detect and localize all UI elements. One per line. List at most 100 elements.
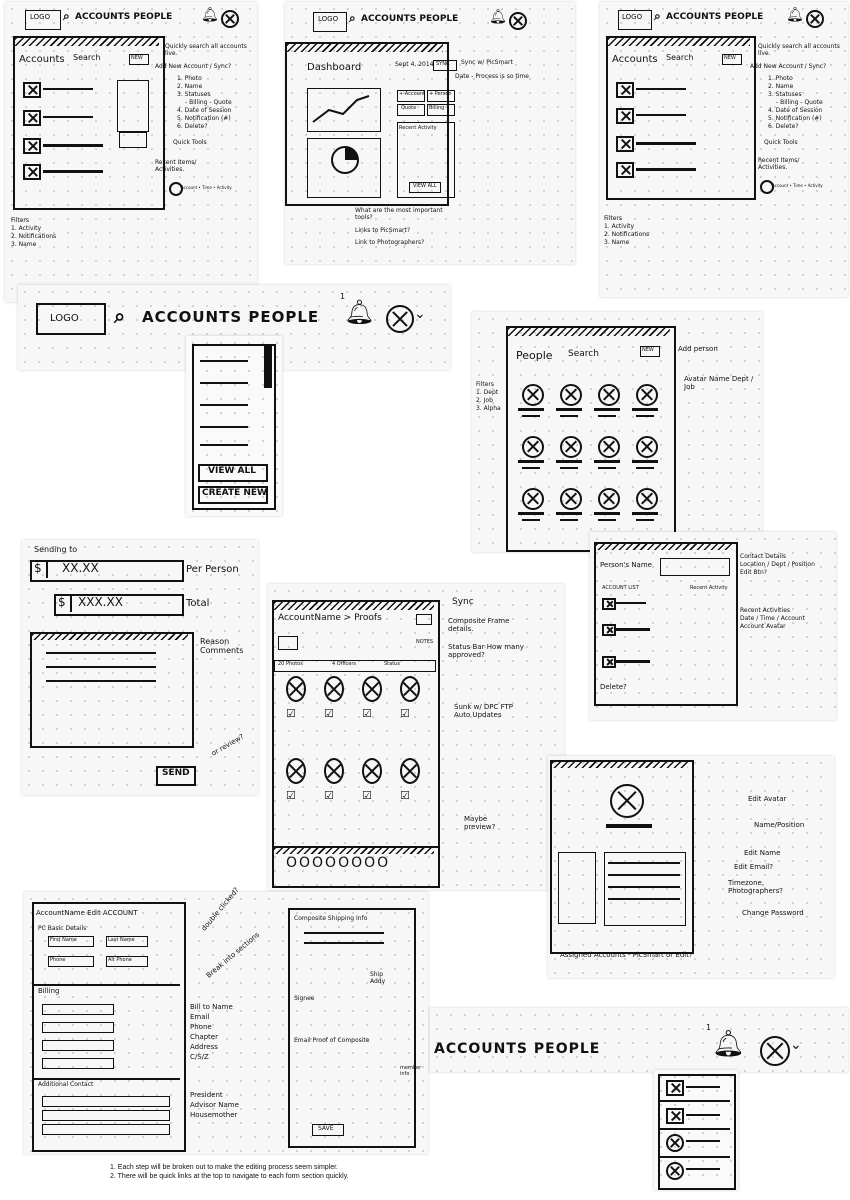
avatar-icon[interactable] — [806, 10, 824, 28]
approve-check-icon[interactable]: ☑ — [362, 789, 372, 802]
proof-photo-icon[interactable] — [362, 676, 382, 702]
billing-field-3[interactable] — [42, 1040, 114, 1051]
search-icon[interactable]: ⌕ — [114, 305, 125, 327]
person-avatar-icon[interactable] — [560, 436, 582, 458]
sync-label: SYNC — [436, 61, 450, 67]
proof-photo-icon[interactable] — [286, 676, 306, 702]
chevron-down-icon[interactable]: ⌄ — [790, 1037, 802, 1053]
approve-check-icon[interactable]: ☑ — [324, 789, 334, 802]
proof-photo-icon[interactable] — [324, 676, 344, 702]
proof-photo-icon[interactable] — [400, 758, 420, 784]
notification-item-1-icon[interactable] — [666, 1080, 684, 1096]
person-avatar-icon[interactable] — [560, 384, 582, 406]
tab-photos[interactable]: 20 Photos — [278, 661, 303, 668]
billing-field-1[interactable] — [42, 1004, 114, 1015]
bell-icon[interactable]: 🔔︎ — [344, 299, 374, 326]
nav-links[interactable]: ACCOUNTS PEOPLE — [434, 1041, 600, 1057]
question-picsmart: Links to PicSmart? — [355, 227, 411, 234]
billing-field-4[interactable] — [42, 1058, 114, 1069]
accounts-search[interactable]: Search — [666, 53, 693, 63]
approve-check-icon[interactable]: ☑ — [400, 789, 410, 802]
approve-check-icon[interactable]: ☑ — [324, 707, 334, 720]
person-avatar-icon[interactable] — [636, 436, 658, 458]
phone-label: Phone — [50, 957, 66, 963]
scrollbar[interactable] — [264, 346, 272, 388]
bell-icon[interactable]: 🔔︎ — [489, 9, 507, 25]
bell-icon[interactable]: 🔔︎ — [786, 7, 804, 23]
composite-thumb[interactable] — [278, 636, 298, 650]
contact-field-2[interactable] — [42, 1110, 170, 1121]
person-avatar-icon[interactable] — [522, 488, 544, 510]
nav-links[interactable]: ACCOUNTS PEOPLE — [75, 12, 172, 23]
proof-photo-icon[interactable] — [324, 758, 344, 784]
search-icon[interactable]: ⌕ — [349, 11, 356, 25]
person-avatar-icon[interactable] — [522, 436, 544, 458]
basic-details-label: PC Basic Details — [38, 925, 87, 932]
field-3: 3. Statuses — [768, 91, 802, 98]
accounts-search[interactable]: Search — [73, 53, 100, 63]
proof-photo-icon[interactable] — [400, 676, 420, 702]
avatar-icon[interactable] — [760, 1036, 790, 1066]
proof-photo-icon[interactable] — [362, 758, 382, 784]
avatar-icon[interactable] — [221, 10, 239, 28]
people-search[interactable]: Search — [568, 349, 599, 360]
avatar-icon[interactable] — [610, 784, 644, 818]
person-avatar-icon[interactable] — [598, 384, 620, 406]
approve-check-icon[interactable]: ☑ — [400, 707, 410, 720]
approve-check-icon[interactable]: ☑ — [286, 789, 296, 802]
location-note: Location / Dept / Position — [740, 561, 815, 568]
search-icon[interactable]: ⌕ — [63, 9, 70, 23]
sync-button[interactable] — [416, 614, 432, 625]
recent-label: Recent Items/ Activities. — [155, 159, 197, 173]
notification-item-2-icon[interactable] — [666, 1108, 684, 1124]
assigned-accounts-note: Assigned Accounts - PicSmart or Edit? — [560, 951, 693, 959]
sketch-edit-account: AccountName Edit ACCOUNT PC Basic Detail… — [24, 886, 428, 1154]
person-avatar-icon[interactable] — [636, 488, 658, 510]
notification-item-4-icon[interactable] — [666, 1162, 684, 1180]
delete-note[interactable]: Delete? — [600, 683, 627, 692]
proof-photo-icon[interactable] — [286, 758, 306, 784]
view-all-label: VIEW ALL — [208, 466, 256, 476]
quick-tools-label: Quick Tools — [764, 139, 798, 146]
account-photo-1 — [23, 82, 41, 98]
bell-icon[interactable]: 🔔︎ — [201, 7, 219, 23]
person-avatar-icon[interactable] — [522, 384, 544, 406]
nav-links[interactable]: ACCOUNTS PEOPLE — [666, 12, 763, 23]
person-avatar-icon[interactable] — [636, 384, 658, 406]
bell-icon[interactable]: 🔔︎ — [712, 1030, 745, 1059]
new-label: NEW — [724, 55, 736, 61]
person-name-line — [518, 460, 544, 463]
avatar-icon[interactable] — [386, 305, 414, 333]
reason-label: Reason Comments — [200, 637, 244, 655]
person-dept-line — [636, 415, 654, 417]
billing-field-2[interactable] — [42, 1022, 114, 1033]
chevron-down-icon[interactable]: ⌄ — [414, 306, 426, 322]
approve-check-icon[interactable]: ☑ — [362, 707, 372, 720]
nav-links[interactable]: ACCOUNTS PEOPLE — [361, 14, 458, 25]
person-name-line — [594, 460, 620, 463]
tab-officers[interactable]: 4 Officers — [332, 661, 356, 668]
date-time-note: Date / Time / Account — [740, 615, 805, 622]
per-person-input[interactable] — [30, 560, 184, 582]
person-avatar-icon[interactable] — [560, 488, 582, 510]
approve-check-icon[interactable]: ☑ — [286, 707, 296, 720]
contact-field-3[interactable] — [42, 1124, 170, 1135]
comments-textarea[interactable] — [30, 632, 194, 748]
billing-button-label: Billing — [429, 105, 445, 111]
notification-item-3-icon[interactable] — [666, 1134, 684, 1152]
contact-field-1[interactable] — [42, 1096, 170, 1107]
bill-to-note: Bill to Name — [190, 1003, 233, 1011]
person-avatar-icon[interactable] — [598, 436, 620, 458]
avatar-icon[interactable] — [509, 12, 527, 30]
person-dept-line — [636, 467, 654, 469]
person-button-label: + Person — [429, 91, 452, 97]
account-button-label: + Account — [399, 91, 425, 97]
filters-title: Filters — [11, 217, 29, 224]
nav-links[interactable]: ACCOUNTS PEOPLE — [142, 309, 319, 326]
person-avatar-icon[interactable] — [598, 488, 620, 510]
person-name-line — [518, 408, 544, 411]
change-password-note: Change Password — [742, 909, 804, 917]
account-photo-4 — [23, 164, 41, 180]
search-icon[interactable]: ⌕ — [654, 9, 661, 23]
tab-status[interactable]: Status — [384, 661, 400, 668]
